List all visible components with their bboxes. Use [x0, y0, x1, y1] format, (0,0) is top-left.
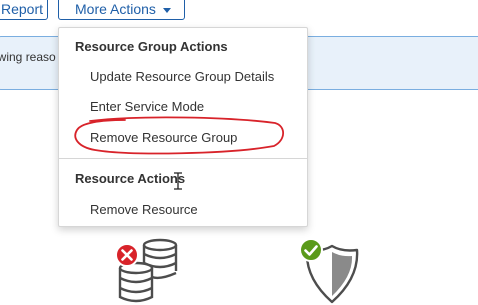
menu-item-remove-resource[interactable]: Remove Resource [90, 202, 198, 217]
more-actions-menu: Resource Group Actions Update Resource G… [58, 27, 308, 227]
database-error-icon[interactable] [113, 237, 183, 305]
menu-header-resource-actions: Resource Actions [75, 171, 186, 186]
menu-item-update-resource-group-details[interactable]: Update Resource Group Details [90, 69, 274, 84]
menu-divider [59, 158, 307, 159]
menu-item-remove-resource-group[interactable]: Remove Resource Group [90, 130, 237, 145]
banner-text: owing reaso [0, 50, 56, 64]
report-button-label: Report [1, 1, 44, 17]
more-actions-button[interactable]: More Actions [58, 0, 185, 20]
menu-item-enter-service-mode[interactable]: Enter Service Mode [90, 99, 204, 114]
more-actions-label: More Actions [75, 1, 156, 17]
report-button[interactable]: Report [0, 0, 48, 20]
menu-header-resource-group-actions: Resource Group Actions [75, 39, 228, 54]
shield-check-icon[interactable] [295, 236, 365, 304]
caret-down-icon [162, 7, 171, 13]
